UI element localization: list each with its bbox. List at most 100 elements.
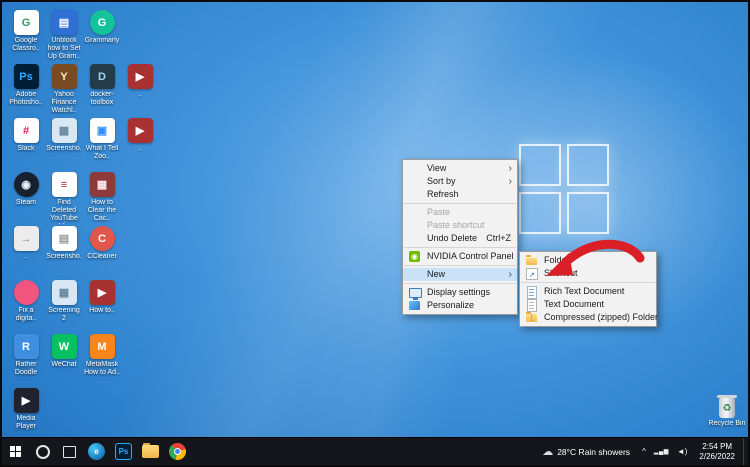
desktop-icon-label: Fix a digita..: [15, 307, 37, 322]
screenshot-4-icon: ▦: [51, 118, 77, 143]
taskbar-app-photoshop[interactable]: Ps: [110, 438, 137, 465]
windows-logo-watermark: [519, 144, 609, 234]
menu-item-paste-shortcut[interactable]: Paste shortcut: [403, 219, 517, 232]
desktop-icon-screenshot-4[interactable]: ▦ Screensho..: [46, 118, 82, 161]
taskbar-search-button[interactable]: [29, 438, 56, 465]
desktop-icon-how-to-video[interactable]: ▶ How to..: [84, 280, 120, 315]
find-deleted-youtube-icon: ≡: [51, 172, 77, 197]
menu-item-label: Folder: [544, 255, 570, 265]
menu-item-label: NVIDIA Control Panel: [427, 251, 514, 261]
menu-item-label: View: [427, 163, 447, 173]
menu-item-undo-delete[interactable]: Undo Delete Ctrl+Z: [403, 232, 517, 245]
taskbar-clock[interactable]: 2:54 PM 2/26/2022: [691, 442, 743, 461]
menu-item-nvidia-control-panel[interactable]: NVIDIA Control Panel: [403, 250, 517, 263]
menu-item-view[interactable]: View ›: [403, 162, 517, 175]
media-player-icon: ▶: [13, 388, 39, 413]
desktop-icon-label: ..: [138, 145, 142, 152]
screening-2-icon: ▦: [51, 280, 77, 305]
desktop-icon-ccleaner[interactable]: C CCleaner: [84, 226, 120, 261]
desktop-icon-docker-toolbox[interactable]: Ddocker-toolbox: [84, 64, 120, 107]
desktop-icon-google-classroom[interactable]: G Google Classro..: [8, 10, 44, 53]
desktop-icon-rather-doodle[interactable]: R Rather Doodle: [8, 334, 44, 377]
desktop-icon-unblock-setup-doc[interactable]: ▤ Unblock how to Set Up Gram..: [46, 10, 82, 61]
menu-item-display-settings[interactable]: Display settings: [403, 286, 517, 300]
fix-a-digital-icon: [13, 280, 39, 305]
menu-item-label: Paste: [427, 207, 451, 217]
desktop-icon-media-player[interactable]: ▶ Media Player: [8, 388, 44, 431]
desktop-icon-what-i-tell-zoom[interactable]: ▣ What I Tell Zoo..: [84, 118, 120, 161]
desktop-icon-how-to-clear-cache[interactable]: ▦ How to Clear the Cac..: [84, 172, 120, 223]
windows-desktop-screen: G Google Classro.. ▤ Unblock how to Set Up …: [0, 0, 750, 467]
desktop-icon-label: Screensho..: [46, 145, 82, 160]
desktop-icon-label: WeChat: [51, 361, 77, 368]
windows-logo-pane: [519, 192, 561, 234]
screenshot-doc-icon: ▤: [51, 226, 77, 251]
desktop-icon-screenshot-doc[interactable]: ▤ Screensho..: [46, 226, 82, 269]
desktop-icon-label: Screening 2: [48, 307, 80, 322]
desktop-icon-arrow-shortcut[interactable]: →..: [8, 226, 44, 261]
docker-toolbox-icon: D: [89, 64, 115, 89]
desktop-icon-video-shortcut-2[interactable]: ▶..: [122, 118, 158, 153]
menu-item-paste[interactable]: Paste: [403, 206, 517, 219]
slack-icon: #: [13, 118, 39, 143]
hidden-icons-chevron[interactable]: ^: [638, 447, 650, 456]
desktop-icon-screening-2[interactable]: ▦ Screening 2: [46, 280, 82, 323]
how-to-video-icon: ▶: [89, 280, 115, 305]
menu-item-label: Paste shortcut: [427, 220, 485, 230]
desktop-icon-grammarly[interactable]: G Grammarly: [84, 10, 120, 45]
desktop-icon-video-shortcut-1[interactable]: ▶..: [122, 64, 158, 99]
menu-separator: [404, 203, 516, 204]
task-view-button[interactable]: [56, 438, 83, 465]
taskbar-weather[interactable]: ☁ 28°C Rain showers: [534, 438, 638, 465]
windows-start-icon: [10, 446, 21, 457]
task-view-icon: [63, 445, 76, 458]
desktop-icon-label: ..: [24, 253, 28, 260]
menu-item-label: Text Document: [544, 299, 605, 309]
windows-logo-pane: [567, 192, 609, 234]
menu-item-shortcut[interactable]: Shortcut: [520, 267, 656, 282]
desktop-icon-metamask[interactable]: M MetaMask How to Ad..: [84, 334, 120, 377]
desktop-icon-find-deleted-youtube[interactable]: ≡Find Deleted YouTube Vi..: [46, 172, 82, 224]
taskbar-app-edge[interactable]: e: [83, 438, 110, 465]
desktop-icon-wechat[interactable]: W WeChat: [46, 334, 82, 369]
video-shortcut-2-icon: ▶: [127, 118, 153, 143]
desktop-icon-label: Screensho..: [46, 253, 82, 268]
taskbar-app-file-explorer[interactable]: [137, 438, 164, 465]
new-submenu: Folder Shortcut Rich Text Document Text Doc…: [519, 251, 658, 327]
desktop-icon-label: CCleaner: [87, 253, 117, 260]
menu-item-rich-text-document[interactable]: Rich Text Document: [520, 285, 656, 299]
zip-icon: [526, 312, 537, 322]
google-classroom-icon: G: [13, 10, 39, 35]
windows-logo-pane: [519, 144, 561, 186]
windows-logo-pane: [567, 144, 609, 186]
menu-item-label: Rich Text Document: [544, 286, 625, 296]
file-explorer-icon: [142, 443, 159, 458]
desktop-icon-fix-a-digital[interactable]: Fix a digita..: [8, 280, 44, 323]
menu-item-compressed-zipped-folder[interactable]: Compressed (zipped) Folder: [520, 311, 658, 324]
show-desktop-button[interactable]: [743, 438, 748, 465]
menu-item-folder[interactable]: Folder: [520, 254, 656, 267]
desktop-icon-slack[interactable]: # Slack: [8, 118, 44, 153]
desktop-icon-label: Find Deleted YouTube Vi..: [50, 199, 78, 224]
submenu-arrow-icon: ›: [508, 269, 512, 280]
desktop-icon-steam[interactable]: ◉ Steam: [8, 172, 44, 207]
network-icon[interactable]: ▂▄▆: [650, 448, 673, 455]
menu-item-sort-by[interactable]: Sort by ›: [403, 175, 517, 188]
desktop-icon-label: Yahoo Finance Watchl..: [51, 91, 77, 114]
desktop-icon-adobe-photoshop[interactable]: Ps Adobe Photosho..: [8, 64, 44, 107]
yahoo-finance-icon: Y: [51, 64, 77, 89]
taskbar-app-chrome[interactable]: [164, 438, 191, 465]
desktop-icon-yahoo-finance[interactable]: Y Yahoo Finance Watchl..: [46, 64, 82, 115]
desktop-icon-label: Rather Doodle: [14, 361, 38, 376]
desktop-icon-label: Slack: [17, 145, 35, 152]
personalize-icon: [409, 301, 420, 310]
start-button[interactable]: [2, 438, 29, 465]
menu-item-refresh[interactable]: Refresh: [403, 188, 517, 201]
volume-icon[interactable]: ◄): [673, 447, 692, 456]
recycle-bin[interactable]: ♻ Recycle Bin: [706, 395, 748, 428]
menu-item-text-document[interactable]: Text Document: [520, 298, 656, 312]
menu-item-new[interactable]: New ›: [403, 268, 517, 281]
recycle-bin-label: Recycle Bin: [708, 420, 746, 427]
menu-item-personalize[interactable]: Personalize: [403, 299, 517, 312]
grammarly-icon: G: [89, 10, 115, 35]
